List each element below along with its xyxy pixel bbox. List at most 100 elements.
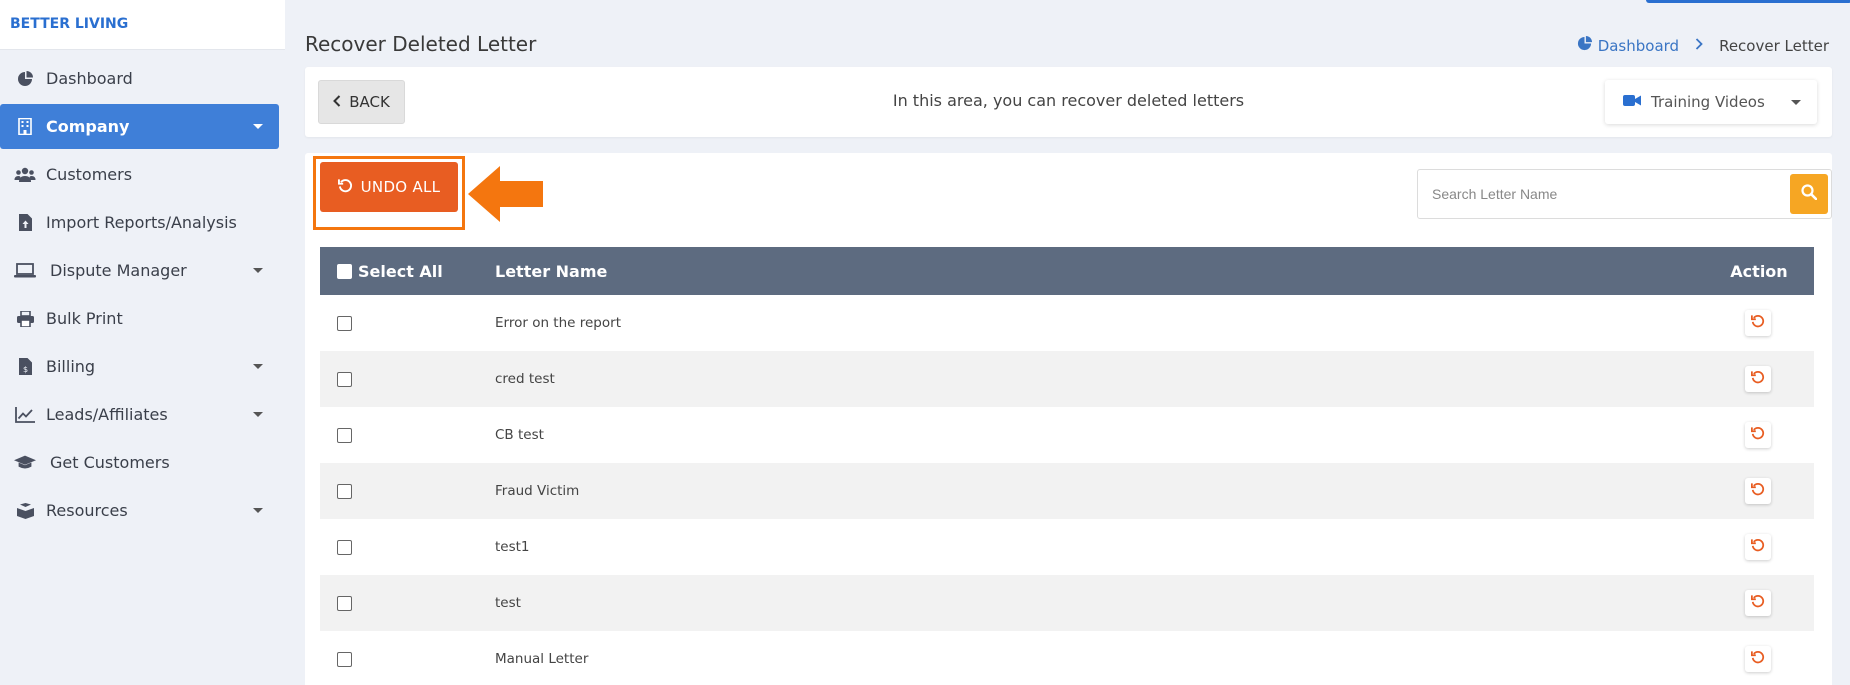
sidebar-item-label: Dashboard bbox=[46, 69, 133, 88]
letter-name-cell: test1 bbox=[495, 539, 530, 555]
undo-icon bbox=[1751, 650, 1765, 668]
main-card: UNDO ALL Select All Letter Name Action E… bbox=[305, 153, 1832, 685]
printer-icon bbox=[14, 309, 36, 329]
letter-name-cell: cred test bbox=[495, 371, 555, 387]
graduation-cap-icon bbox=[14, 453, 36, 473]
sidebar-item-resources[interactable]: Resources bbox=[0, 488, 279, 533]
line-chart-icon bbox=[14, 405, 36, 425]
table-body: Error on the report cred test CB test Fr… bbox=[320, 295, 1814, 685]
restore-button[interactable] bbox=[1745, 422, 1771, 448]
sidebar-item-leads-affiliates[interactable]: Leads/Affiliates bbox=[0, 392, 279, 437]
restore-button[interactable] bbox=[1745, 310, 1771, 336]
chevron-down-icon bbox=[253, 364, 263, 369]
breadcrumb-home[interactable]: Dashboard bbox=[1577, 36, 1679, 55]
letter-name-cell: Manual Letter bbox=[495, 651, 589, 667]
top-accent-bar bbox=[1646, 0, 1850, 3]
table-row: Error on the report bbox=[320, 295, 1814, 351]
sidebar-item-label: Customers bbox=[46, 165, 133, 184]
chevron-down-icon bbox=[253, 508, 263, 513]
row-checkbox[interactable] bbox=[337, 315, 352, 331]
breadcrumb-home-label: Dashboard bbox=[1597, 36, 1680, 55]
sidebar-item-label: Import Reports/Analysis bbox=[46, 213, 237, 232]
sidebar-item-label: Dispute Manager bbox=[50, 261, 187, 280]
row-checkbox[interactable] bbox=[337, 595, 352, 611]
undo-icon bbox=[1751, 426, 1765, 444]
pie-chart-icon bbox=[14, 69, 36, 89]
restore-button[interactable] bbox=[1745, 646, 1771, 672]
building-icon bbox=[14, 117, 36, 137]
undo-icon bbox=[1751, 594, 1765, 612]
search-button[interactable] bbox=[1790, 174, 1828, 214]
chevron-down-icon bbox=[253, 268, 263, 273]
table-row: Manual Letter bbox=[320, 631, 1814, 685]
undo-icon bbox=[1751, 482, 1765, 500]
laptop-icon bbox=[14, 261, 36, 281]
sidebar-item-label: Resources bbox=[46, 501, 128, 520]
table-header: Select All Letter Name Action bbox=[320, 247, 1814, 295]
row-checkbox[interactable] bbox=[337, 427, 352, 443]
table-row: cred test bbox=[320, 351, 1814, 407]
chevron-down-icon bbox=[253, 412, 263, 417]
row-checkbox[interactable] bbox=[337, 651, 352, 667]
select-all-checkbox[interactable] bbox=[337, 263, 352, 279]
training-videos-label: Training Videos bbox=[1651, 93, 1765, 111]
undo-all-label: UNDO ALL bbox=[360, 178, 441, 196]
sidebar-item-dashboard[interactable]: Dashboard bbox=[0, 56, 279, 101]
sidebar-item-billing[interactable]: $ Billing bbox=[0, 344, 279, 389]
invoice-icon: $ bbox=[14, 357, 36, 377]
undo-all-button[interactable]: UNDO ALL bbox=[320, 162, 458, 212]
page-title: Recover Deleted Letter bbox=[305, 32, 537, 56]
sidebar-item-label: Company bbox=[46, 117, 130, 136]
sidebar-item-bulk-print[interactable]: Bulk Print bbox=[0, 296, 279, 341]
info-panel: In this area, you can recover deleted le… bbox=[305, 67, 1832, 137]
sidebar: BETTER LIVING Dashboard Company Customer… bbox=[0, 0, 285, 685]
users-icon bbox=[14, 165, 36, 185]
restore-button[interactable] bbox=[1745, 478, 1771, 504]
row-checkbox[interactable] bbox=[337, 483, 352, 499]
sidebar-item-label: Billing bbox=[46, 357, 96, 376]
back-button[interactable]: BACK bbox=[318, 80, 405, 124]
chevron-down-icon bbox=[1791, 100, 1801, 105]
back-button-label: BACK bbox=[349, 93, 390, 111]
row-checkbox[interactable] bbox=[337, 539, 352, 555]
letter-name-cell: test bbox=[495, 595, 521, 611]
training-videos-dropdown[interactable]: Training Videos bbox=[1605, 80, 1817, 124]
sidebar-item-label: Leads/Affiliates bbox=[46, 405, 168, 424]
restore-button[interactable] bbox=[1745, 366, 1771, 392]
chevron-down-icon bbox=[253, 124, 263, 129]
select-all-header: Select All bbox=[320, 262, 495, 281]
restore-button[interactable] bbox=[1745, 534, 1771, 560]
letter-name-cell: CB test bbox=[495, 427, 544, 443]
search-box bbox=[1417, 169, 1832, 219]
sidebar-item-get-customers[interactable]: Get Customers bbox=[0, 440, 279, 485]
letters-table: Select All Letter Name Action Error on t… bbox=[320, 247, 1814, 685]
svg-text:$: $ bbox=[22, 365, 27, 374]
video-camera-icon bbox=[1623, 93, 1641, 111]
brand-logo[interactable]: BETTER LIVING bbox=[0, 0, 285, 50]
breadcrumb: Dashboard Recover Letter bbox=[1577, 36, 1829, 55]
row-checkbox[interactable] bbox=[337, 371, 352, 387]
table-row: test1 bbox=[320, 519, 1814, 575]
select-all-label: Select All bbox=[358, 261, 443, 281]
info-text: In this area, you can recover deleted le… bbox=[892, 91, 1245, 110]
undo-icon bbox=[1751, 370, 1765, 388]
search-input[interactable] bbox=[1418, 170, 1788, 218]
sidebar-item-dispute-manager[interactable]: Dispute Manager bbox=[0, 248, 279, 293]
pie-chart-icon bbox=[1577, 36, 1592, 55]
table-row: test bbox=[320, 575, 1814, 631]
undo-icon bbox=[337, 178, 353, 197]
undo-icon bbox=[1751, 314, 1765, 332]
column-header-letter-name: Letter Name bbox=[495, 261, 608, 281]
letter-name-cell: Error on the report bbox=[495, 315, 621, 331]
search-icon bbox=[1801, 184, 1818, 204]
sidebar-item-customers[interactable]: Customers bbox=[0, 152, 279, 197]
undo-icon bbox=[1751, 538, 1765, 556]
table-row: Fraud Victim bbox=[320, 463, 1814, 519]
sidebar-item-company[interactable]: Company bbox=[0, 104, 279, 149]
restore-button[interactable] bbox=[1745, 590, 1771, 616]
column-header-action: Action bbox=[1730, 261, 1788, 281]
breadcrumb-current: Recover Letter bbox=[1719, 36, 1829, 55]
sidebar-item-import-reports[interactable]: Import Reports/Analysis bbox=[0, 200, 279, 245]
table-row: CB test bbox=[320, 407, 1814, 463]
sidebar-nav: Dashboard Company Customers Import Repor… bbox=[0, 56, 285, 533]
